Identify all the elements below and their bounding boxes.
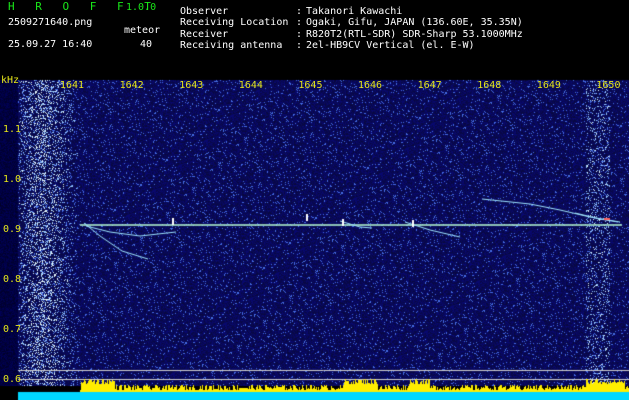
freq-tick-label: 1.0 [3,174,22,185]
time-tick-label: 1648 [477,80,502,91]
freq-tick-label: 0.6 [3,374,22,385]
location-value: Ogaki, Gifu, JAPAN (136.60E, 35.35N) [306,17,523,28]
file-name: 2509271640.png [8,17,93,28]
freq-tick-label: 1.1 [3,124,22,135]
time-tick-label: 1643 [179,80,204,91]
time-tick-label: 1645 [298,80,323,91]
antenna-label: Receiving antenna [180,40,283,51]
antenna-value: 2el-HB9CV Vertical (el. E-W) [306,40,475,51]
time-tick-label: 1644 [238,80,263,91]
freq-tick-label: 0.7 [3,324,22,335]
app-version: 1.0.0 [126,2,157,13]
time-tick-label: 1650 [596,80,621,91]
location-label: Receiving Location [180,17,289,28]
time-tick-label: 1647 [417,80,442,91]
y-axis-unit: kHz [1,75,20,86]
receiver-value: R820T2(RTL-SDR) SDR-Sharp 53.1000MHz [306,29,523,40]
time-tick-label: 1649 [536,80,561,91]
receiver-sep: : [296,29,303,40]
observer-value: Takanori Kawachi [306,6,403,17]
capture-time: 25.09.27 16:40 [8,39,93,50]
freq-tick-label: 0.9 [3,224,22,235]
time-tick-label: 1642 [119,80,144,91]
antenna-sep: : [296,40,303,51]
time-tick-label: 1646 [358,80,383,91]
location-sep: : [296,17,303,28]
meteor-count-label: meteor [124,25,161,36]
spectrogram-canvas [0,0,629,400]
observer-sep: : [296,6,303,17]
observer-label: Observer [180,6,229,17]
receiver-label: Receiver [180,29,229,40]
meteor-count-value: 40 [140,39,153,50]
time-tick-label: 1641 [60,80,85,91]
freq-tick-label: 0.8 [3,274,22,285]
